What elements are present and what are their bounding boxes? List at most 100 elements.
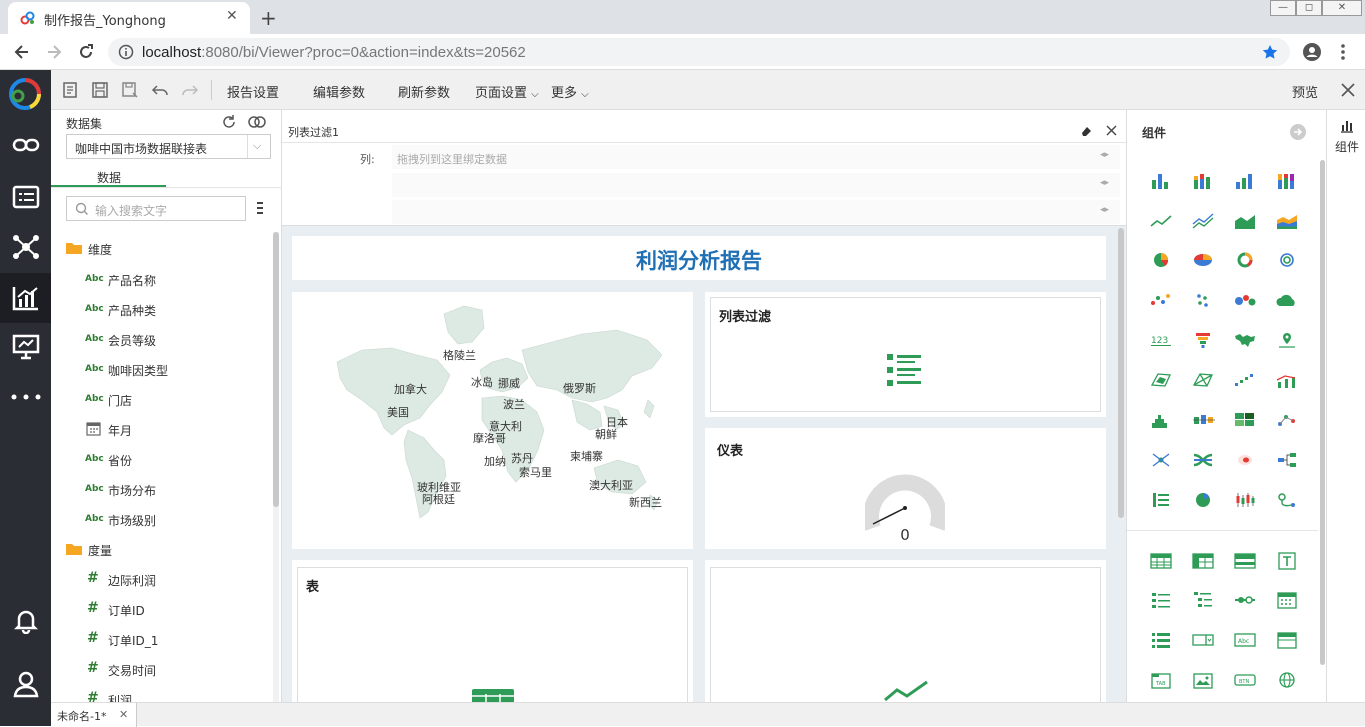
field-item[interactable]: 利润: [108, 692, 132, 702]
grouped-bar-icon[interactable]: [1233, 172, 1257, 190]
field-item[interactable]: 产品种类: [108, 302, 156, 319]
dot-plot-icon[interactable]: [1191, 291, 1215, 309]
web-widget-icon[interactable]: [1275, 671, 1299, 689]
edit-params-button[interactable]: 编辑参数: [313, 82, 365, 101]
radar-chart-icon[interactable]: [1149, 371, 1173, 389]
component-strip-label[interactable]: 组件: [1335, 138, 1359, 155]
preview-button[interactable]: 预览: [1292, 82, 1318, 101]
tree-filter-widget-icon[interactable]: [1191, 591, 1215, 609]
close-icon[interactable]: [1106, 125, 1117, 136]
column-drop-zone[interactable]: 拖拽列到这里绑定数据 ◂▸: [392, 145, 1120, 169]
column-drop-zone[interactable]: ◂▸: [392, 200, 1120, 224]
rose-chart-icon[interactable]: [1275, 251, 1299, 269]
bookmark-star-icon[interactable]: [1262, 44, 1278, 60]
field-search-input[interactable]: 输入搜索文字: [66, 196, 246, 221]
bar-chart-icon[interactable]: [1149, 172, 1173, 190]
bubble-chart-icon[interactable]: [1233, 291, 1257, 309]
field-item[interactable]: 交易时间: [108, 662, 156, 679]
field-item[interactable]: 市场分布: [108, 482, 156, 499]
measure-folder[interactable]: 度量: [88, 542, 112, 559]
refresh-params-button[interactable]: 刷新参数: [398, 82, 450, 101]
field-item[interactable]: 门店: [108, 392, 132, 409]
reload-icon[interactable]: [76, 42, 96, 62]
new-tab-button[interactable]: +: [260, 6, 277, 30]
browser-menu-icon[interactable]: [1338, 42, 1348, 62]
redo-icon[interactable]: [181, 81, 199, 99]
stacked-area-icon[interactable]: [1275, 212, 1299, 230]
save-icon[interactable]: [91, 81, 109, 99]
calendar-widget-icon[interactable]: [1275, 591, 1299, 609]
map-chart-icon[interactable]: [1233, 331, 1257, 349]
field-item[interactable]: 会员等级: [108, 332, 156, 349]
dimension-folder[interactable]: 维度: [88, 241, 112, 258]
field-item[interactable]: 订单ID_1: [108, 632, 158, 649]
slider-widget-icon[interactable]: [1233, 591, 1257, 609]
nav-model[interactable]: [0, 222, 51, 272]
text-param-widget-icon[interactable]: Abc: [1233, 631, 1257, 649]
sheet-tab[interactable]: 未命名-1* ✕: [51, 703, 137, 727]
density-chart-icon[interactable]: [1233, 451, 1257, 469]
new-report-icon[interactable]: [61, 81, 79, 99]
reorder-arrows-icon[interactable]: ◂▸: [1100, 178, 1109, 188]
field-item[interactable]: 市场级别: [108, 512, 156, 529]
nav-connection[interactable]: [0, 120, 51, 170]
field-item[interactable]: 省份: [108, 452, 132, 469]
line-chart-icon[interactable]: [1149, 212, 1173, 230]
field-item[interactable]: 咖啡因类型: [108, 362, 168, 379]
word-cloud-icon[interactable]: [1275, 291, 1299, 309]
link-dataset-icon[interactable]: [247, 114, 267, 130]
percent-bar-icon[interactable]: [1275, 172, 1299, 190]
crosstab-widget-icon[interactable]: [1191, 552, 1215, 570]
report-settings-button[interactable]: 报告设置: [227, 82, 279, 101]
close-editor-icon[interactable]: [1341, 83, 1355, 97]
tab-data[interactable]: 数据: [97, 169, 121, 186]
area-chart-icon[interactable]: [1233, 212, 1257, 230]
dataset-select[interactable]: 咖啡中国市场数据联接表 ⌵: [66, 134, 271, 159]
boxplot-icon[interactable]: [1191, 411, 1215, 429]
funnel-chart-icon[interactable]: [1191, 331, 1215, 349]
collapse-arrow-icon[interactable]: [1290, 124, 1306, 140]
multi-line-icon[interactable]: [1191, 212, 1215, 230]
sheet-close-icon[interactable]: ✕: [119, 708, 128, 721]
field-item[interactable]: 年月: [108, 422, 132, 439]
more-menu-button[interactable]: 更多 ⌵: [551, 82, 589, 101]
folder-widget-icon[interactable]: TAB: [1149, 671, 1173, 689]
window-close-button[interactable]: ✕: [1322, 0, 1362, 16]
field-item[interactable]: 订单ID: [108, 602, 145, 619]
canvas-scrollbar-thumb[interactable]: [1118, 228, 1124, 518]
freestyle-table-icon[interactable]: [1233, 552, 1257, 570]
sankey-icon[interactable]: [1275, 411, 1299, 429]
save-as-icon[interactable]: [121, 81, 139, 99]
reorder-arrows-icon[interactable]: ◂▸: [1100, 150, 1109, 160]
button-widget-icon[interactable]: BTN: [1233, 671, 1257, 689]
kpi-number-icon[interactable]: 123: [1149, 331, 1173, 349]
chord-chart-icon[interactable]: [1191, 451, 1215, 469]
line-chart-panel[interactable]: [705, 560, 1106, 702]
list-filter-panel[interactable]: 列表过滤: [705, 292, 1106, 417]
histogram-icon[interactable]: [1149, 411, 1173, 429]
donut-chart-icon[interactable]: [1233, 251, 1257, 269]
nav-dataset[interactable]: [0, 172, 51, 222]
parallel-icon[interactable]: [1191, 371, 1215, 389]
tab-close-icon[interactable]: ✕: [226, 8, 238, 24]
component-strip-icon[interactable]: [1339, 118, 1355, 134]
pie-chart-icon[interactable]: [1149, 251, 1173, 269]
stacked-bar-icon[interactable]: [1191, 172, 1215, 190]
field-item[interactable]: 产品名称: [108, 272, 156, 289]
map-pin-icon[interactable]: [1275, 331, 1299, 349]
text-box-icon[interactable]: [1275, 552, 1299, 570]
back-arrow-icon[interactable]: [12, 42, 32, 62]
tree-chart-icon[interactable]: [1275, 451, 1299, 469]
url-bar[interactable]: localhost:8080/bi/Viewer?proc=0&action=i…: [108, 38, 1290, 66]
combo-list-widget-icon[interactable]: [1149, 631, 1173, 649]
image-widget-icon[interactable]: [1191, 671, 1215, 689]
refresh-icon[interactable]: [221, 114, 237, 130]
field-menu-icon[interactable]: [256, 201, 264, 215]
sunburst-icon[interactable]: [1191, 491, 1215, 509]
window-maximize-button[interactable]: ◻: [1296, 0, 1322, 16]
component-scrollbar-thumb[interactable]: [1320, 160, 1325, 665]
forward-arrow-icon[interactable]: [44, 42, 64, 62]
route-map-icon[interactable]: [1275, 491, 1299, 509]
browser-tab[interactable]: 制作报告_Yonghong ✕: [8, 2, 250, 34]
field-item[interactable]: 边际利润: [108, 572, 156, 589]
